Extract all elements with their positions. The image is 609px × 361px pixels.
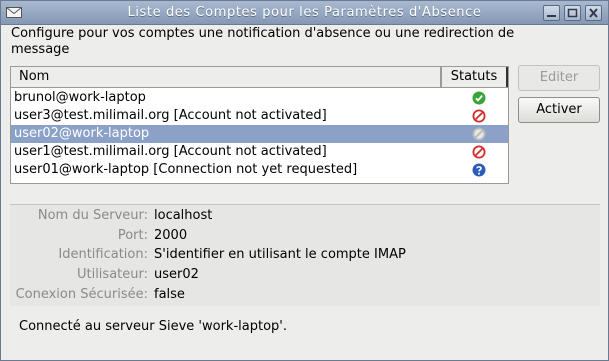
window-title: Liste des Comptes pour les Paramètres d'…: [127, 5, 482, 20]
server-value: localhost: [154, 208, 213, 223]
title-bar[interactable]: Liste des Comptes pour les Paramètres d'…: [1, 1, 608, 25]
close-button[interactable]: [585, 5, 602, 21]
question-icon: [472, 163, 486, 177]
account-row[interactable]: user01@work-laptop [Connection not yet r…: [11, 161, 508, 179]
server-label: Nom du Serveur:: [37, 208, 148, 223]
port-label: Port:: [117, 228, 148, 243]
user-label: Utilisateur:: [76, 267, 148, 282]
edit-button[interactable]: Editer: [518, 65, 600, 91]
maximize-icon: [567, 8, 578, 18]
minimize-icon: [547, 15, 556, 17]
account-row[interactable]: brunol@work-laptop: [11, 89, 508, 107]
activate-button[interactable]: Activer: [518, 97, 600, 123]
auth-label: Identification:: [58, 247, 148, 262]
list-header: Nom Statuts: [11, 67, 508, 88]
account-name: user3@test.milimail.org [Account not act…: [14, 108, 327, 123]
account-name: brunol@work-laptop: [14, 90, 146, 105]
maximize-button[interactable]: [564, 5, 581, 21]
account-name: user01@work-laptop [Connection not yet r…: [14, 162, 358, 177]
accounts-list[interactable]: Nom Statuts brunol@work-laptop user3@tes…: [10, 66, 509, 184]
account-name: user1@test.milimail.org [Account not act…: [14, 144, 327, 159]
status-message: Connecté au serveur Sieve 'work-laptop'.: [19, 319, 287, 334]
check-icon: [472, 91, 486, 105]
auth-value: S'identifier en utilisant le compte IMAP: [154, 247, 406, 262]
account-row-selected[interactable]: user02@work-laptop: [11, 125, 508, 143]
prohibited-icon: [472, 145, 486, 159]
port-value: 2000: [154, 228, 188, 243]
column-header-name[interactable]: Nom: [11, 67, 441, 87]
user-value: user02: [154, 267, 199, 282]
disabled-icon: [472, 127, 486, 141]
account-row[interactable]: user1@test.milimail.org [Account not act…: [11, 143, 508, 161]
secure-connection-value: false: [154, 287, 185, 302]
account-details-panel: Nom du Serveur: localhost Port: 2000 Ide…: [10, 204, 600, 306]
minimize-button[interactable]: [543, 5, 560, 21]
close-icon: [589, 8, 598, 18]
column-header-status[interactable]: Statuts: [441, 67, 508, 87]
secure-connection-label: Conexion Sécurisée:: [15, 287, 148, 302]
prohibited-icon: [472, 109, 486, 123]
account-name: user02@work-laptop: [14, 126, 150, 141]
account-row[interactable]: user3@test.milimail.org [Account not act…: [11, 107, 508, 125]
account-settings-window: Liste des Comptes pour les Paramètres d'…: [0, 0, 609, 361]
intro-text: Configure pour vos comptes une notificat…: [11, 26, 515, 57]
